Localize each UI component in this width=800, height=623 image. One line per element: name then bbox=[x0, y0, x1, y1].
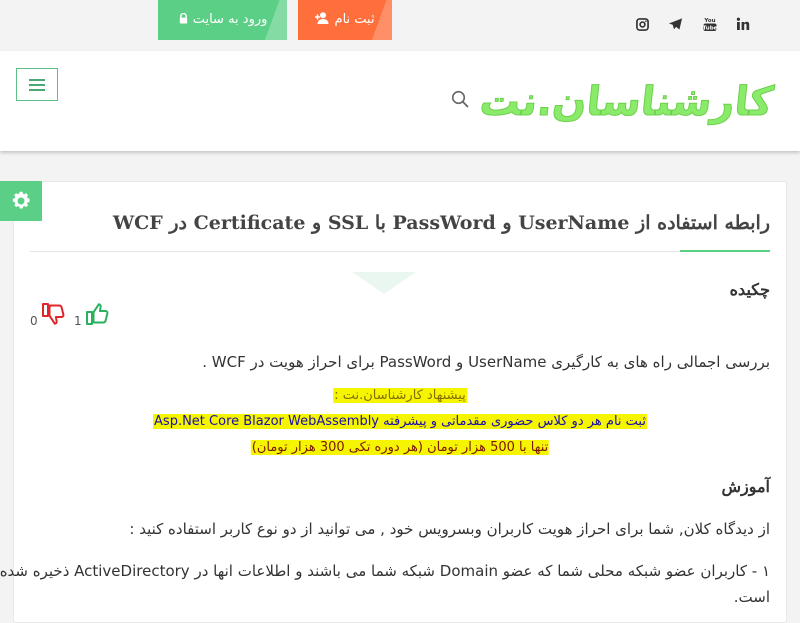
svg-text:Tube: Tube bbox=[703, 26, 717, 32]
like-icon[interactable] bbox=[84, 301, 110, 330]
gear-icon[interactable] bbox=[0, 181, 42, 221]
promo-course-link[interactable]: ثبت نام هر دو کلاس حضوری مقدماتی و پیشرف… bbox=[153, 414, 647, 429]
dislike-count: 0 bbox=[30, 314, 38, 328]
dislike-icon[interactable] bbox=[40, 301, 66, 330]
search-icon[interactable] bbox=[451, 90, 469, 112]
abstract-heading: چکیده bbox=[729, 280, 770, 299]
article-title: رابطه استفاده از UserName و PassWord با … bbox=[112, 212, 770, 234]
lock-icon bbox=[178, 12, 189, 27]
title-divider bbox=[30, 251, 770, 252]
title-accent-bar bbox=[680, 250, 770, 252]
like-count: 1 bbox=[74, 314, 82, 328]
tutorial-intro: از دیدگاه کلان, شما برای احراز هویت کارب… bbox=[129, 520, 770, 538]
tutorial-heading: آموزش bbox=[721, 477, 770, 496]
hamburger-icon[interactable] bbox=[16, 68, 58, 101]
promo-title: پیشنهاد کارشناسان.نت : bbox=[333, 388, 467, 403]
top-bar: ورود به سایت ثبت نام You Tube bbox=[0, 0, 800, 50]
register-label: ثبت نام bbox=[334, 12, 375, 27]
login-button[interactable]: ورود به سایت bbox=[158, 0, 287, 40]
add-user-icon bbox=[315, 12, 330, 27]
instagram-icon[interactable] bbox=[634, 16, 650, 32]
list-item-continuation: است. bbox=[733, 588, 770, 606]
svg-text:You: You bbox=[703, 18, 715, 24]
decorative-triangle bbox=[352, 272, 416, 294]
logo-text: کارشناسان.نت bbox=[478, 79, 776, 125]
list-item: ۱ - کاربران عضو شبکه محلی شما که عضو Dom… bbox=[0, 562, 770, 580]
youtube-icon[interactable]: You Tube bbox=[702, 16, 718, 32]
telegram-icon[interactable] bbox=[667, 16, 683, 32]
register-button[interactable]: ثبت نام bbox=[298, 0, 392, 40]
login-label: ورود به سایت bbox=[192, 12, 268, 27]
promo-price: تنها با 500 هزار تومان (هر دوره تکی 300 … bbox=[250, 440, 550, 455]
abstract-text: بررسی اجمالی راه های به کارگیری UserName… bbox=[202, 353, 770, 371]
linkedin-icon[interactable] bbox=[735, 16, 751, 32]
site-logo[interactable]: کارشناسان.نت bbox=[477, 69, 782, 131]
